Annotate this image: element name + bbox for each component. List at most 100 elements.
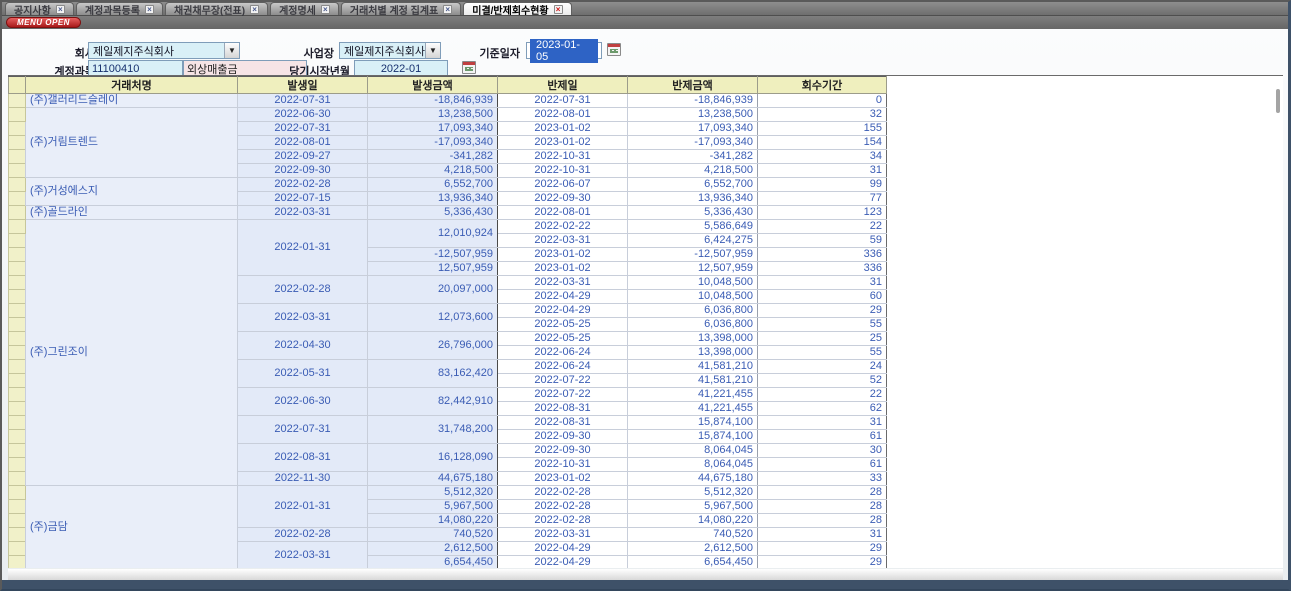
- row-selector[interactable]: [9, 192, 26, 206]
- tab-bar: 공지사항×계정과목등록×채권채무장(전표)×계정명세×거래처별 계정 집계표×미…: [2, 2, 1288, 16]
- collection-days-cell: 52: [758, 374, 887, 388]
- column-header[interactable]: 발생금액: [368, 77, 498, 94]
- occurrence-amount-cell: 14,080,220: [368, 514, 498, 528]
- row-selector[interactable]: [9, 430, 26, 444]
- collection-days-cell: 34: [758, 150, 887, 164]
- row-selector[interactable]: [9, 458, 26, 472]
- occurrence-date-cell: 2022-06-30: [238, 388, 368, 416]
- row-selector[interactable]: [9, 206, 26, 220]
- calendar-icon[interactable]: [462, 61, 476, 74]
- row-selector[interactable]: [9, 556, 26, 569]
- vertical-scrollbar-handle[interactable]: [1276, 89, 1280, 113]
- row-selector[interactable]: [9, 472, 26, 486]
- tab-close-icon[interactable]: ×: [321, 5, 330, 14]
- tab-close-icon[interactable]: ×: [443, 5, 452, 14]
- tab[interactable]: 공지사항×: [5, 2, 74, 15]
- status-bar: [2, 580, 1288, 591]
- row-selector[interactable]: [9, 248, 26, 262]
- row-selector[interactable]: [9, 360, 26, 374]
- column-header[interactable]: 회수기간: [758, 77, 887, 94]
- row-selector[interactable]: [9, 318, 26, 332]
- row-selector[interactable]: [9, 402, 26, 416]
- tab[interactable]: 계정과목등록×: [76, 2, 163, 15]
- tab-close-icon[interactable]: ×: [56, 5, 65, 14]
- row-selector[interactable]: [9, 150, 26, 164]
- occurrence-date-cell: 2022-02-28: [238, 528, 368, 542]
- row-selector[interactable]: [9, 514, 26, 528]
- settlement-date-cell: 2022-04-29: [498, 556, 628, 569]
- grid-row: (주)거림트렌드2022-06-3013,238,5002022-08-0113…: [9, 108, 887, 122]
- settlement-date-cell: 2022-09-30: [498, 430, 628, 444]
- collection-days-cell: 154: [758, 136, 887, 150]
- settlement-date-cell: 2022-10-31: [498, 150, 628, 164]
- row-selector[interactable]: [9, 178, 26, 192]
- column-header[interactable]: 반제금액: [628, 77, 758, 94]
- tab-close-icon[interactable]: ×: [250, 5, 259, 14]
- row-selector[interactable]: [9, 276, 26, 290]
- row-selector[interactable]: [9, 374, 26, 388]
- row-selector[interactable]: [9, 542, 26, 556]
- row-selector[interactable]: [9, 346, 26, 360]
- occurrence-date-cell: 2022-09-27: [238, 150, 368, 164]
- occurrence-amount-cell: 6,552,700: [368, 178, 498, 192]
- settlement-date-cell: 2022-05-25: [498, 332, 628, 346]
- occurrence-amount-cell: -17,093,340: [368, 136, 498, 150]
- tab[interactable]: 계정명세 ×: [270, 2, 339, 15]
- row-selector[interactable]: [9, 262, 26, 276]
- grid-row: (주)그린조이2022-01-3112,010,9242022-02-225,5…: [9, 220, 887, 234]
- row-selector[interactable]: [9, 304, 26, 318]
- occurrence-amount-cell: 26,796,000: [368, 332, 498, 360]
- row-selector[interactable]: [9, 444, 26, 458]
- site-select[interactable]: 제일제지주식회사 ▼: [339, 42, 441, 59]
- tab-label: 계정명세: [279, 2, 316, 17]
- row-selector[interactable]: [9, 164, 26, 178]
- row-selector[interactable]: [9, 94, 26, 108]
- row-selector[interactable]: [9, 528, 26, 542]
- menu-open-button[interactable]: MENU OPEN: [6, 17, 81, 28]
- tab-close-icon[interactable]: ×: [145, 5, 154, 14]
- occurrence-date-cell: 2022-05-31: [238, 360, 368, 388]
- occurrence-amount-cell: 12,010,924: [368, 220, 498, 248]
- column-header[interactable]: 반제일: [498, 77, 628, 94]
- tab-active[interactable]: 미결/반제회수현황×: [463, 2, 571, 15]
- row-selector[interactable]: [9, 234, 26, 248]
- column-header[interactable]: 발생일: [238, 77, 368, 94]
- row-selector[interactable]: [9, 500, 26, 514]
- occurrence-amount-cell: -341,282: [368, 150, 498, 164]
- site-select-value: 제일제지주식회사: [344, 43, 425, 59]
- settlement-amount-cell: 41,581,210: [628, 374, 758, 388]
- base-date-input[interactable]: 2023-01-05: [526, 42, 602, 59]
- collection-days-cell: 60: [758, 290, 887, 304]
- settlement-date-cell: 2022-04-29: [498, 304, 628, 318]
- tab-close-icon[interactable]: ×: [554, 5, 563, 14]
- row-selector[interactable]: [9, 388, 26, 402]
- row-selector[interactable]: [9, 486, 26, 500]
- calendar-icon[interactable]: [607, 43, 621, 56]
- tab[interactable]: 채권채무장(전표)×: [165, 2, 268, 15]
- collection-days-cell: 336: [758, 248, 887, 262]
- row-selector[interactable]: [9, 290, 26, 304]
- settlement-date-cell: 2022-08-01: [498, 108, 628, 122]
- settlement-date-cell: 2022-03-31: [498, 234, 628, 248]
- settlement-date-cell: 2022-07-22: [498, 388, 628, 402]
- settlement-amount-cell: 10,048,500: [628, 276, 758, 290]
- occurrence-amount-cell: 6,654,450: [368, 556, 498, 569]
- row-selector[interactable]: [9, 332, 26, 346]
- horizontal-scrollbar-track[interactable]: [8, 569, 1283, 580]
- row-selector[interactable]: [9, 108, 26, 122]
- row-selector[interactable]: [9, 122, 26, 136]
- occurrence-amount-cell: 12,507,959: [368, 262, 498, 276]
- company-select[interactable]: 제일제지주식회사 ▼: [88, 42, 240, 59]
- occurrence-date-cell: 2022-02-28: [238, 276, 368, 304]
- occurrence-date-cell: 2022-03-31: [238, 206, 368, 220]
- occurrence-date-cell: 2022-01-31: [238, 220, 368, 276]
- row-selector[interactable]: [9, 220, 26, 234]
- start-month-value: 2022-01: [381, 63, 421, 75]
- column-header[interactable]: 거래처명: [26, 77, 238, 94]
- row-selector[interactable]: [9, 416, 26, 430]
- row-selector[interactable]: [9, 136, 26, 150]
- tab[interactable]: 거래처별 계정 집계표×: [341, 2, 461, 15]
- settlement-amount-cell: 5,586,649: [628, 220, 758, 234]
- content-area: 회사 제일제지주식회사 ▼ 사업장 제일제지주식회사 ▼ 기준일자 2023-0…: [2, 29, 1288, 589]
- collection-days-cell: 29: [758, 556, 887, 569]
